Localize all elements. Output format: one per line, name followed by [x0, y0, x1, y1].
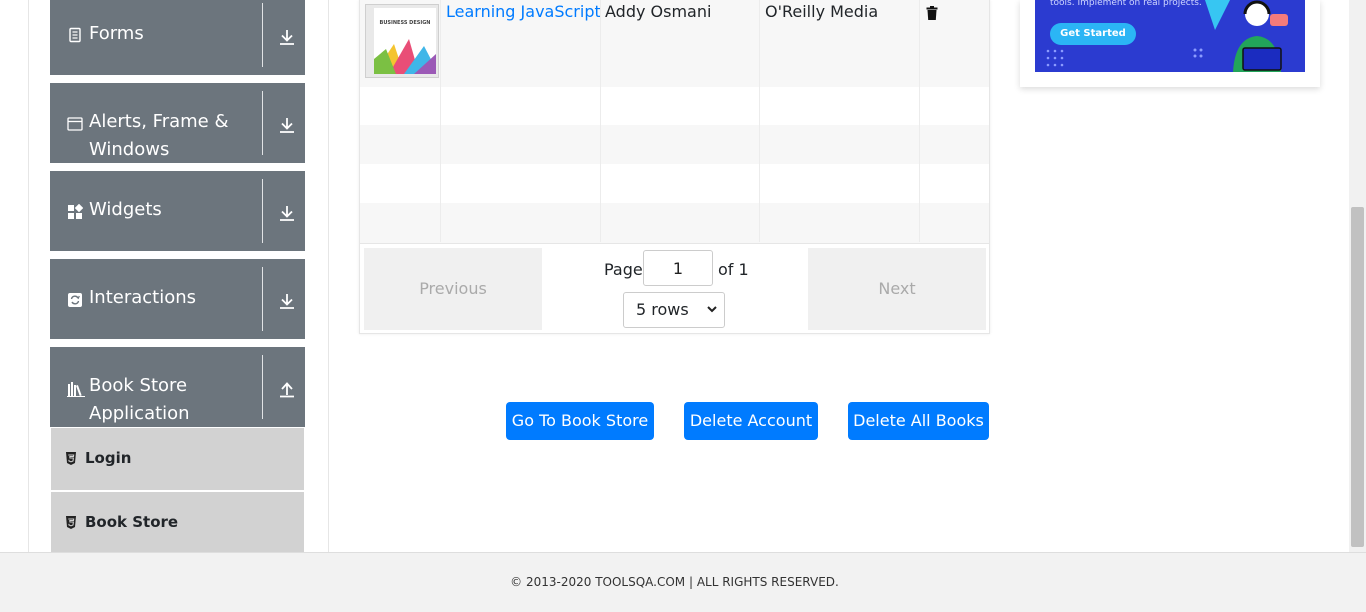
sidebar-item-label: Login: [85, 449, 132, 467]
ad-banner: tools. Implement on real projects. Get S…: [1020, 0, 1320, 87]
pagination-bar: Previous Page of 1 5 rows Next: [360, 243, 989, 333]
chevron-down-icon: [707, 306, 717, 313]
book-cover: BUSINESS DESIGN: [374, 8, 436, 74]
books-icon: [67, 382, 85, 397]
sidebar-group-label: Widgets: [89, 199, 162, 220]
column-divider: [440, 0, 441, 242]
book-cover-image: BUSINESS DESIGN: [365, 4, 439, 78]
sidebar-item-login[interactable]: Login: [51, 428, 304, 490]
html5-icon: [66, 452, 76, 465]
footer-copyright: © 2013-2020 TOOLSQA.COM | ALL RIGHTS RES…: [510, 575, 839, 589]
book-publisher: O'Reilly Media: [765, 2, 879, 21]
column-divider: [919, 0, 920, 242]
table-row: BUSINESS DESIGN Learning JavaScript Desi…: [360, 0, 989, 87]
book-author: Addy Osmani: [605, 2, 712, 21]
download-arrow-icon: [280, 118, 294, 133]
delete-account-button[interactable]: Delete Account: [684, 402, 818, 440]
column-divider: [759, 0, 760, 242]
books-table: BUSINESS DESIGN Learning JavaScript Desi…: [359, 0, 990, 334]
table-row: [360, 203, 989, 243]
widgets-icon: [68, 204, 83, 219]
download-arrow-icon: [280, 294, 294, 309]
content-border: [328, 0, 329, 552]
scrollbar-thumb[interactable]: [1351, 207, 1364, 547]
divider: [262, 267, 263, 331]
sidebar-group-label: Interactions: [89, 287, 197, 308]
ad-text: tools. Implement on real projects.: [1050, 0, 1202, 8]
profile-page: Forms Alerts, Frame & Windows Widgets In…: [0, 0, 1366, 612]
divider: [262, 355, 263, 419]
divider: [262, 179, 263, 243]
sidebar-group-label: Alerts, Frame & Windows: [89, 111, 229, 160]
ad-dots-decoration: [1046, 49, 1064, 67]
ad-image[interactable]: tools. Implement on real projects. Get S…: [1035, 0, 1305, 72]
rows-per-page-value: 5 rows: [636, 300, 689, 319]
download-arrow-icon: [280, 30, 294, 45]
table-row: [360, 125, 989, 164]
window-icon: [67, 117, 83, 131]
sidebar-group-label: Forms: [89, 23, 144, 44]
sidebar-group-widgets[interactable]: Widgets: [50, 171, 305, 251]
sidebar-group-alerts[interactable]: Alerts, Frame & Windows: [50, 83, 305, 163]
rows-per-page-select[interactable]: 5 rows: [623, 292, 725, 328]
ad-illustration: [1193, 0, 1288, 72]
sidebar-border: [28, 0, 29, 552]
sidebar-group-interactions[interactable]: Interactions: [50, 259, 305, 339]
page-number-input[interactable]: [643, 250, 713, 286]
table-row: [360, 164, 989, 203]
footer: © 2013-2020 TOOLSQA.COM | ALL RIGHTS RES…: [0, 552, 1366, 612]
previous-button[interactable]: Previous: [364, 248, 542, 330]
sidebar-group-label: Book Store Application: [89, 375, 190, 424]
page-label: Page: [604, 260, 643, 279]
interactions-icon: [68, 293, 82, 307]
sidebar-group-forms[interactable]: Forms: [50, 0, 305, 75]
book-title-link[interactable]: Learning JavaScript Design Patterns: [446, 2, 600, 21]
column-divider: [600, 0, 601, 242]
book-cover-title: BUSINESS DESIGN: [379, 20, 431, 26]
sidebar-group-book-store-application[interactable]: Book Store Application: [50, 347, 305, 427]
document-icon: [69, 27, 81, 43]
upload-arrow-icon: [280, 382, 294, 398]
get-started-button[interactable]: Get Started: [1050, 23, 1136, 45]
book-cover-art: [374, 39, 436, 74]
download-arrow-icon: [280, 206, 294, 221]
divider: [262, 3, 263, 67]
html5-icon: [66, 516, 76, 529]
next-button[interactable]: Next: [808, 248, 986, 330]
go-to-book-store-button[interactable]: Go To Book Store: [506, 402, 654, 440]
table-row: [360, 87, 989, 125]
delete-all-books-button[interactable]: Delete All Books: [848, 402, 989, 440]
divider: [262, 91, 263, 155]
sidebar-item-label: Book Store: [85, 513, 179, 531]
page-total-label: of 1: [718, 260, 749, 279]
trash-icon[interactable]: [926, 6, 938, 20]
sidebar-item-book-store[interactable]: Book Store: [51, 492, 304, 554]
